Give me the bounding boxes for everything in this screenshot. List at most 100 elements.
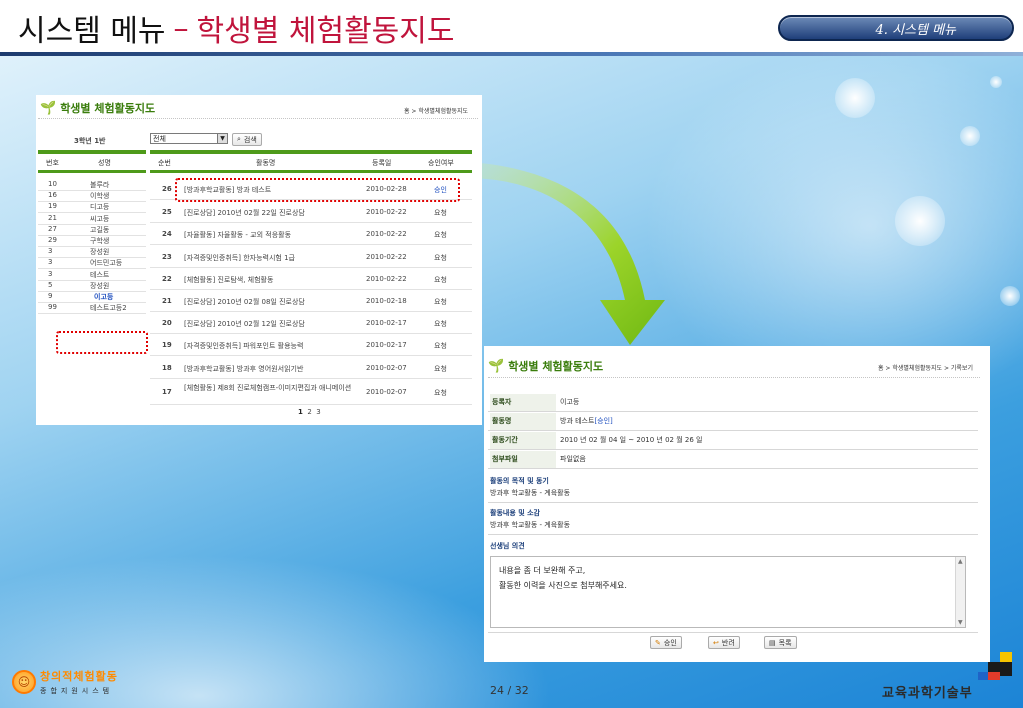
scroll-up-icon[interactable]: ▲: [958, 558, 963, 565]
comment-line: 내용을 좀 더 보완해 주고,: [499, 566, 586, 575]
detail-value: 파일없음: [560, 451, 586, 468]
student-name-link[interactable]: 디고등: [90, 202, 109, 212]
list-icon: ▤: [769, 638, 776, 647]
page-link[interactable]: 1: [298, 408, 303, 416]
selected-student-highlight: [56, 331, 148, 354]
list-button[interactable]: ▤ 목록: [764, 636, 797, 649]
row-divider: [150, 244, 472, 245]
detail-value-text: 방과 테스트: [560, 417, 595, 425]
activity-name-link[interactable]: [진로상담] 2010년 02월 12일 진로상담: [184, 319, 305, 329]
activity-name-link[interactable]: [체험활동] 제8회 진로체험캠프-이미지편집과 애니메이션: [184, 383, 352, 393]
approve-icon: ✎: [655, 638, 661, 647]
content-title: 활동내용 및 소감: [490, 509, 540, 517]
search-button-label: 검색: [243, 135, 257, 144]
row-divider: [488, 449, 978, 450]
system-logo: ☺ 창의적체험활동 종합지원시스템: [12, 668, 118, 696]
scroll-down-icon[interactable]: ▼: [958, 619, 963, 626]
student-no: 99: [48, 303, 57, 312]
student-name-link[interactable]: 테스트: [90, 270, 109, 280]
student-name-link[interactable]: 장성원: [90, 247, 109, 257]
student-table-bar: [38, 150, 146, 154]
student-name-link[interactable]: 씨고등: [90, 214, 109, 224]
corner-block: [988, 672, 1000, 680]
detail-value-text: 2010 년 02 월 04 일 ~ 2010 년 02 월 26 일: [560, 436, 703, 444]
student-name-link[interactable]: 이학생: [90, 191, 109, 201]
activity-table-bar: [150, 170, 472, 173]
activity-status: 요청: [434, 298, 447, 306]
student-no: 27: [48, 224, 57, 233]
logo-line2: 종합지원시스템: [40, 687, 114, 695]
student-no: 3: [48, 269, 53, 278]
activity-name-link[interactable]: [진로상담] 2010년 02월 22일 진로상담: [184, 208, 305, 218]
detail-label: 활동명: [490, 413, 556, 430]
corner-block: [978, 672, 988, 680]
detail-breadcrumb: 홈 > 학생별체험활동지도 > 기록보기: [878, 365, 973, 372]
activity-status: 요청: [434, 365, 447, 373]
reject-button[interactable]: ↩ 반려: [708, 636, 740, 649]
activity-no: 23: [162, 253, 172, 261]
activity-date: 2010-02-07: [366, 364, 407, 372]
section-divider: [488, 502, 978, 503]
approve-button[interactable]: ✎ 승인: [650, 636, 682, 649]
activity-header-date: 등록일: [372, 159, 392, 167]
student-no: 5: [48, 280, 53, 289]
page-link[interactable]: 3: [316, 408, 320, 416]
detail-value-text: 파일없음: [560, 455, 586, 463]
student-name-link[interactable]: 이고등: [94, 292, 113, 302]
student-name-link[interactable]: 볼루라: [90, 180, 109, 190]
selected-activity-highlight: [175, 178, 460, 202]
row-divider: [488, 430, 978, 431]
detail-panel-title: 🌱 학생별 체험활동지도: [488, 358, 603, 374]
approval-badge: [승인]: [594, 417, 613, 425]
detail-value: 이고등: [560, 394, 579, 411]
dropdown-arrow-icon: ▼: [217, 134, 227, 143]
page-link[interactable]: 2: [307, 408, 311, 416]
content-body: 방과후 학교활동 - 계육활동: [490, 521, 571, 529]
class-label: 3학년 1반: [74, 137, 106, 145]
activity-date: 2010-02-07: [366, 388, 407, 396]
student-name-link[interactable]: 구학생: [90, 236, 109, 246]
activity-no: 18: [162, 364, 172, 372]
activity-date: 2010-02-22: [366, 253, 407, 261]
list-panel-title-text: 학생별 체험활동지도: [60, 102, 156, 115]
activity-name-link[interactable]: [방과후학교활동] 방과후 영어원서읽기반: [184, 364, 303, 374]
comment-scrollbar[interactable]: ▲ ▼: [955, 557, 965, 627]
search-button[interactable]: ⌕ 검색: [232, 133, 262, 146]
ministry-logo: 교육과학기술부: [882, 686, 973, 701]
activity-status: 요청: [434, 342, 447, 350]
activity-name-link[interactable]: [자율활동] 자율활동 - 교외 적응활동: [184, 230, 291, 240]
purpose-title: 활동의 목적 및 동기: [490, 477, 549, 485]
filter-select[interactable]: 전체 ▼: [150, 133, 228, 144]
logo-line1: 창의적체험활동: [40, 670, 118, 683]
teacher-comment-textarea[interactable]: 내용을 좀 더 보완해 주고, 활동한 이력을 사진으로 첨부해주세요. ▲ ▼: [490, 556, 966, 628]
section-divider: [488, 632, 978, 633]
breadcrumb: 홈 > 학생별체험활동지도: [404, 108, 469, 115]
student-header-name: 성명: [98, 159, 111, 167]
title-divider: [488, 377, 980, 378]
corner-block: [1000, 662, 1012, 676]
list-panel-title: 🌱 학생별 체험활동지도: [40, 100, 155, 116]
activity-no: 19: [162, 341, 172, 349]
activity-name-link[interactable]: [체험활동] 진로탐색, 체험활동: [184, 275, 273, 285]
student-no: 16: [48, 191, 57, 200]
activity-name-link[interactable]: [자격증및인증취득] 한자능력시험 1급: [184, 253, 295, 263]
activity-no: 26: [162, 185, 172, 193]
activity-name-link[interactable]: [진로상담] 2010년 02월 08일 진로상담: [184, 297, 305, 307]
student-name-link[interactable]: 테스트고등2: [90, 303, 127, 313]
student-name-link[interactable]: 장성원: [90, 281, 109, 291]
sprout-icon: 🌱: [40, 100, 57, 116]
activity-date: 2010-02-22: [366, 275, 407, 283]
row-divider: [150, 404, 472, 405]
sprout-icon: 🌱: [488, 358, 505, 374]
activity-name-link[interactable]: [자격증및인증취득] 파워포인트 활용능력: [184, 341, 303, 351]
approve-button-label: 승인: [663, 638, 677, 647]
student-no: 21: [48, 213, 57, 222]
reject-button-label: 반려: [721, 638, 735, 647]
detail-label: 첨부파일: [490, 451, 556, 468]
activity-status: 요청: [434, 209, 447, 217]
student-no: 3: [48, 247, 53, 256]
student-name-link[interactable]: 고길동: [90, 225, 109, 235]
row-divider: [150, 311, 472, 312]
activity-status: 요청: [434, 254, 447, 262]
student-name-link[interactable]: 어드민고등: [90, 258, 122, 268]
